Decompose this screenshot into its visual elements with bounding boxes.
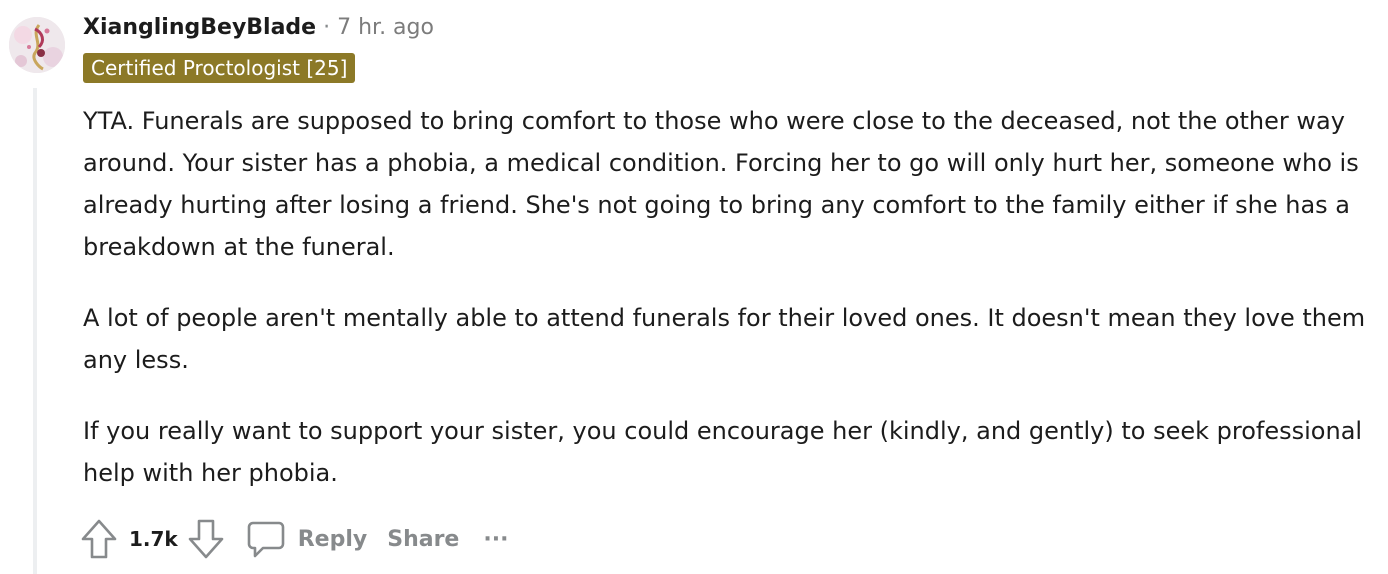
ellipsis-icon: ···: [483, 526, 509, 552]
comment-timestamp[interactable]: 7 hr. ago: [337, 15, 434, 40]
more-options-button[interactable]: ···: [473, 517, 518, 561]
comment-action-bar: 1.7k Reply Share ···: [79, 514, 518, 564]
share-label: Share: [387, 526, 460, 552]
user-avatar[interactable]: [9, 17, 65, 73]
meta-separator: ·: [323, 14, 331, 40]
comment-body: YTA. Funerals are supposed to bring comf…: [83, 100, 1368, 523]
upvote-arrow-icon: [81, 519, 117, 559]
thread-line[interactable]: [33, 88, 37, 574]
share-button[interactable]: Share: [377, 517, 469, 561]
vote-score: 1.7k: [129, 527, 178, 551]
user-flair: Certified Proctologist [25]: [83, 53, 356, 83]
comment-paragraph-1: YTA. Funerals are supposed to bring comf…: [83, 107, 1359, 261]
comment-paragraph-2: A lot of people aren't mentally able to …: [83, 304, 1366, 374]
speech-bubble-icon: [247, 521, 285, 558]
reply-label: Reply: [297, 526, 368, 552]
downvote-button[interactable]: [186, 517, 226, 561]
comment-header: XianglingBeyBlade · 7 hr. ago: [83, 11, 434, 43]
comment-paragraph-3: If you really want to support your siste…: [83, 417, 1363, 487]
downvote-arrow-icon: [188, 519, 224, 559]
avatar-image: [9, 17, 65, 73]
username-link[interactable]: XianglingBeyBlade: [83, 15, 316, 40]
reply-button[interactable]: Reply: [236, 517, 378, 561]
upvote-button[interactable]: [79, 517, 119, 561]
